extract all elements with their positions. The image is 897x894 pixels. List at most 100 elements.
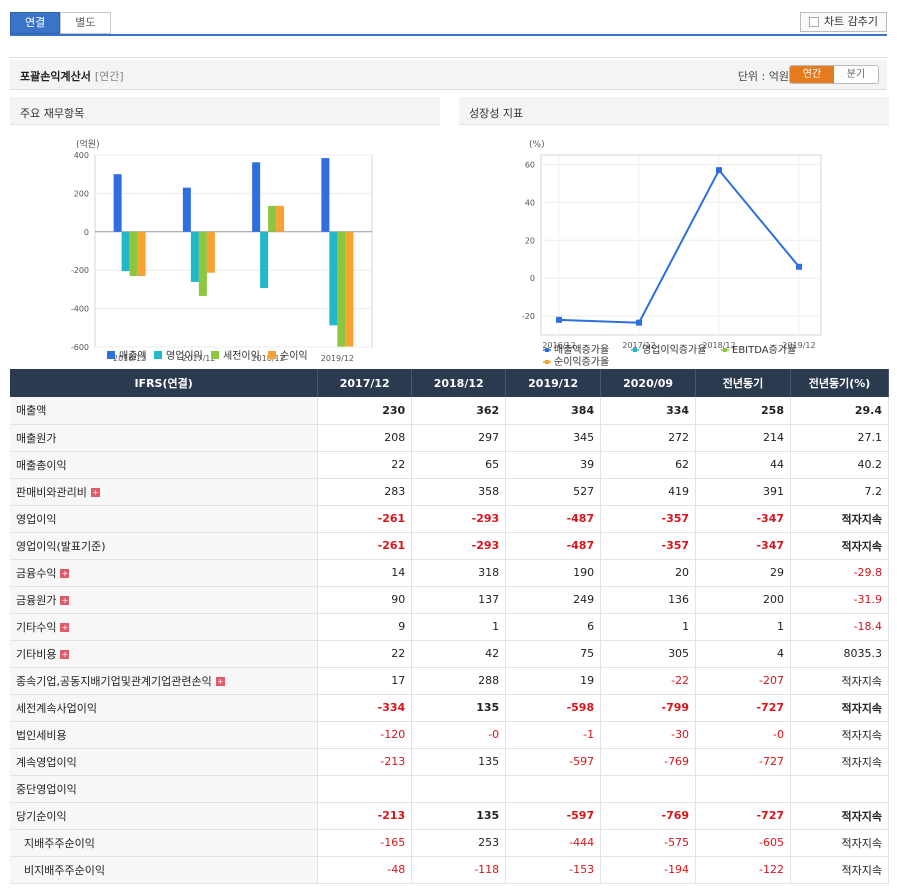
tab-separate[interactable]: 별도 [60,12,111,34]
cell-value: 44 [695,451,791,479]
tab-quarterly[interactable]: 분기 [834,66,878,83]
row-label: 매출원가 [10,424,319,452]
legend-swatch [268,351,276,359]
cell-value: 249 [505,586,602,614]
y-tick-label: 200 [74,189,89,198]
bar-영업이익 [121,231,130,272]
legend-swatch [107,351,115,359]
line-chart: (%)6040200-202016/12 2017/12 2018/12 2019/1… [522,140,822,368]
cell-value: -293 [411,532,507,560]
cell-value: -487 [505,505,602,533]
cell-value: 384 [505,397,602,425]
row-label-text: 기타비용 [16,647,57,661]
bar-매출액 [321,158,330,232]
checkbox-icon [808,17,819,27]
cell-value [411,775,507,803]
y-tick-label: -600 [71,343,89,352]
table-row: 지배주주순이익 -165 253 -444 -575 -605 적자지속 [10,829,889,857]
row-label[interactable]: 금융수익 + [10,559,319,587]
cell-value [317,775,413,803]
cell-value: 136 [600,586,697,614]
row-label[interactable]: 금융원가 + [10,586,319,614]
cell-value: 258 [695,397,791,425]
row-label-text: 영업이익(발표기준) [16,539,106,553]
tab-annual[interactable]: 연간 [790,66,834,83]
row-label: 당기순이익 [10,802,319,830]
row-label[interactable]: 종속기업,공동지배기업및관계기업관련손익 + [10,667,319,695]
bar-영업이익 [329,231,338,326]
cell-value: -727 [695,694,791,722]
period-toggle: 연간 분기 [789,65,879,84]
cell-value: 적자지속 [790,532,889,560]
cell-value: 419 [600,478,697,506]
bar-매출액 [252,162,261,232]
expand-icon[interactable]: + [60,569,70,578]
cell-value: -122 [695,856,791,884]
cell-value: 19 [505,667,602,695]
cell-value: -575 [600,829,697,857]
table-row: 금융수익 +14 318 190 20 29 -29.8 [10,559,889,587]
cell-value: 22 [317,640,413,668]
row-label[interactable]: 기타비용 + [10,640,319,668]
expand-icon[interactable]: + [215,677,225,686]
hide-chart-button[interactable]: 차트 감추기 [799,12,887,32]
expand-icon[interactable]: + [90,488,100,497]
legend-label: 영업이익증가율 [642,343,706,356]
data-point [796,263,802,270]
cell-value: -30 [600,721,697,749]
x-tick-label: 2019/12 [321,354,354,363]
legend-marker [723,348,727,352]
cell-value: -165 [317,829,413,857]
table-row: 계속영업이익 -213 135 -597 -769 -727 적자지속 [10,748,889,776]
column-header: 전년동기(%) [790,369,889,397]
legend-label: 매출액 [119,350,147,362]
unit-label: 단위 : 억원 [737,70,789,83]
row-label[interactable]: 판매비와관리비 + [10,478,319,506]
row-label-text: 법인세비용 [16,728,67,742]
cell-value: -0 [695,721,791,749]
expand-icon[interactable]: + [60,650,70,659]
row-label-text: 영업이익 [16,512,57,526]
cell-value: -0 [411,721,507,749]
cell-value [600,775,697,803]
cell-value: 135 [411,748,507,776]
section-header: 포괄손익계산서 [연간] 단위 : 억원 연간 분기 [10,60,887,90]
cell-value: 9 [317,613,413,641]
expand-icon[interactable]: + [60,623,70,632]
y-tick-label: 40 [525,198,535,207]
cell-value [790,775,889,803]
row-label-text: 지배주주순이익 [24,836,95,850]
column-header: 2018/12 [411,369,507,397]
cell-value: 65 [411,451,507,479]
row-label: 계속영업이익 [10,748,319,776]
row-label-text: 금융수익 [16,566,57,580]
cell-value: -598 [505,694,602,722]
y-axis-label: (억원) [76,138,100,150]
cell-value: 190 [505,559,602,587]
cell-value: 1 [411,613,507,641]
y-tick-label: -20 [522,312,535,321]
expand-icon[interactable]: + [60,596,70,605]
bar-순이익 [345,231,354,347]
cell-value: 135 [411,802,507,830]
tab-consolidated[interactable]: 연결 [10,12,61,34]
cell-value: -444 [505,829,602,857]
row-label[interactable]: 기타수익 + [10,613,319,641]
table-row: 중단영업이익 [10,775,889,803]
panel-title: 주요 재무항목 [10,97,440,125]
row-label-text: 당기순이익 [16,809,67,823]
row-label-text: 매출액 [16,404,47,418]
cell-value: -597 [505,802,602,830]
column-header: IFRS(연결) [10,369,319,397]
row-label: 중단영업이익 [10,775,319,803]
x-tick-label: 2018/12 [702,341,735,350]
cell-value: 22 [317,451,413,479]
cell-value: -727 [695,748,791,776]
cell-value: 288 [411,667,507,695]
cell-value: -347 [695,505,791,533]
cell-value: 1 [695,613,791,641]
cell-value: -18.4 [790,613,889,641]
cell-value: -48 [317,856,413,884]
row-label: 법인세비용 [10,721,319,749]
legend-marker [545,360,549,364]
